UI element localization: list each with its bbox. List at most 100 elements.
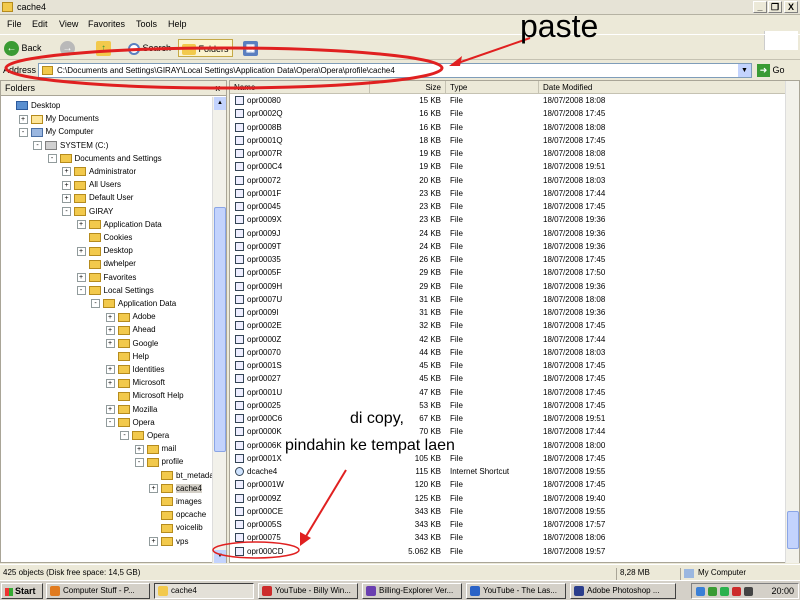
tree-node[interactable]: + Favorites	[76, 271, 136, 284]
expand-icon[interactable]: +	[76, 272, 86, 282]
address-input[interactable]: C:\Documents and Settings\GIRAY\Local Se…	[38, 63, 752, 78]
file-row[interactable]: opr000CD 5.062 KB File 18/07/2008 19:57	[230, 545, 786, 558]
start-button[interactable]: Start	[1, 583, 43, 599]
menu-file[interactable]: File	[7, 19, 22, 29]
tree-node[interactable]: bt_metadata	[149, 469, 213, 482]
taskbar-button[interactable]: Computer Stuff - P...	[46, 583, 150, 599]
file-row[interactable]: opr0009T 24 KB File 18/07/2008 19:36	[230, 240, 786, 253]
up-button[interactable]: ↑	[96, 39, 111, 57]
tree-node[interactable]: + Microsoft	[105, 376, 165, 389]
file-row[interactable]: opr000CE 343 KB File 18/07/2008 19:55	[230, 505, 786, 518]
file-row[interactable]: opr0001U 47 KB File 18/07/2008 17:45	[230, 386, 786, 399]
tree-node[interactable]: - SYSTEM (C:)	[33, 139, 108, 152]
tree-node[interactable]: + Desktop	[76, 244, 133, 257]
tree-node[interactable]: voicelib	[149, 521, 203, 534]
collapse-icon[interactable]: -	[105, 418, 115, 428]
menu-view[interactable]: View	[59, 19, 78, 29]
file-row[interactable]: opr0005F 29 KB File 18/07/2008 17:50	[230, 266, 786, 279]
forward-button[interactable]: →	[60, 39, 75, 57]
file-row[interactable]: opr00072 20 KB File 18/07/2008 18:03	[230, 174, 786, 187]
menu-favorites[interactable]: Favorites	[88, 19, 125, 29]
menu-help[interactable]: Help	[168, 19, 187, 29]
tree-node[interactable]: Help	[106, 350, 149, 363]
back-button[interactable]: ← Back	[4, 39, 42, 57]
column-name[interactable]: Name	[230, 81, 370, 94]
column-date-modified[interactable]: Date Modified	[539, 81, 786, 94]
tree-node[interactable]: + Application Data	[76, 218, 162, 231]
tree-node[interactable]: + Administrator	[62, 165, 136, 178]
collapse-icon[interactable]: -	[76, 286, 86, 296]
menu-tools[interactable]: Tools	[136, 19, 157, 29]
file-row[interactable]: opr000C4 19 KB File 18/07/2008 19:51	[230, 160, 786, 173]
close-icon[interactable]: x	[216, 83, 221, 93]
file-row[interactable]: opr0001S 45 KB File 18/07/2008 17:45	[230, 359, 786, 372]
column-type[interactable]: Type	[446, 81, 539, 94]
file-row[interactable]: opr0005S 343 KB File 18/07/2008 17:57	[230, 518, 786, 531]
close-button[interactable]: X	[784, 1, 798, 13]
tray-network-icon[interactable]	[696, 587, 705, 596]
tree-node[interactable]: + Google	[105, 337, 158, 350]
tree-node[interactable]: + Ahead	[105, 323, 156, 336]
collapse-icon[interactable]: -	[91, 299, 100, 309]
file-row[interactable]: opr00027 45 KB File 18/07/2008 17:45	[230, 372, 786, 385]
expand-icon[interactable]: +	[105, 404, 115, 414]
folders-button[interactable]: Folders	[178, 39, 233, 57]
taskbar-button[interactable]: Billing-Explorer Ver...	[362, 583, 462, 599]
tree-node[interactable]: - Opera	[105, 416, 155, 429]
tree-node[interactable]: + All Users	[62, 178, 121, 191]
chevron-down-icon[interactable]: ▼	[738, 64, 751, 77]
tree-node[interactable]: Microsoft Help	[106, 389, 184, 402]
tree-node[interactable]: - GIRAY	[62, 205, 113, 218]
views-button[interactable]: ▦	[243, 39, 258, 57]
file-row[interactable]: opr0007U 31 KB File 18/07/2008 18:08	[230, 293, 786, 306]
tree-node[interactable]: - Opera	[120, 429, 169, 442]
expand-icon[interactable]: +	[105, 325, 115, 335]
tree-node[interactable]: - My Computer	[18, 125, 94, 138]
expand-icon[interactable]: +	[105, 365, 115, 375]
collapse-icon[interactable]: -	[62, 206, 71, 216]
tree-node[interactable]: + vps	[149, 535, 188, 548]
file-row[interactable]: opr0000Z 42 KB File 18/07/2008 17:44	[230, 333, 786, 346]
collapse-icon[interactable]: -	[47, 154, 57, 164]
file-row[interactable]: opr0001Q 18 KB File 18/07/2008 17:45	[230, 134, 786, 147]
expand-icon[interactable]: +	[62, 167, 71, 177]
file-row[interactable]: opr00045 23 KB File 18/07/2008 17:45	[230, 200, 786, 213]
tree-node[interactable]: + cache4	[149, 482, 202, 495]
tree-node[interactable]: Cookies	[77, 231, 132, 244]
expand-icon[interactable]: +	[105, 312, 115, 322]
collapse-icon[interactable]: -	[120, 431, 129, 441]
file-row[interactable]: opr0009J 24 KB File 18/07/2008 19:36	[230, 227, 786, 240]
expand-icon[interactable]: +	[105, 338, 115, 348]
expand-icon[interactable]: +	[62, 180, 71, 190]
expand-icon[interactable]: +	[149, 484, 158, 494]
expand-icon[interactable]: +	[105, 378, 115, 388]
file-list-scrollbar[interactable]	[785, 81, 799, 563]
taskbar-button[interactable]: YouTube - The Las...	[466, 583, 566, 599]
tree-node[interactable]: dwhelper	[77, 257, 136, 270]
collapse-icon[interactable]: -	[33, 140, 42, 150]
search-button[interactable]: Search	[128, 39, 171, 57]
file-row[interactable]: opr0002E 32 KB File 18/07/2008 17:45	[230, 319, 786, 332]
file-row[interactable]: opr0009I 31 KB File 18/07/2008 19:36	[230, 306, 786, 319]
expand-icon[interactable]: +	[149, 536, 158, 546]
file-row[interactable]: opr00075 343 KB File 18/07/2008 18:06	[230, 531, 786, 544]
tree-node[interactable]: + Mozilla	[105, 403, 157, 416]
scroll-up-icon[interactable]: ▲	[214, 97, 226, 110]
file-row[interactable]: opr0007R 19 KB File 18/07/2008 18:08	[230, 147, 786, 160]
file-row[interactable]: opr0009Z 125 KB File 18/07/2008 19:40	[230, 492, 786, 505]
go-button[interactable]: ➜ Go	[757, 63, 785, 78]
file-row[interactable]: opr0008B 16 KB File 18/07/2008 18:08	[230, 121, 786, 134]
tree-scrollbar[interactable]: ▲ ▼	[212, 97, 226, 563]
tree-node[interactable]: + My Documents	[18, 112, 99, 125]
scroll-down-icon[interactable]: ▼	[214, 550, 226, 563]
tree-node[interactable]: - Local Settings	[76, 284, 154, 297]
tray-shield-icon[interactable]	[720, 587, 729, 596]
expand-icon[interactable]: +	[134, 444, 144, 454]
minimize-button[interactable]: _	[753, 1, 767, 13]
tray-k-icon[interactable]	[732, 587, 741, 596]
file-row[interactable]: dcache4 115 KB Internet Shortcut 18/07/2008…	[230, 465, 786, 478]
tree-node[interactable]: + Default User	[62, 191, 133, 204]
file-row[interactable]: opr0001W 120 KB File 18/07/2008 17:45	[230, 478, 786, 491]
tray-sync-icon[interactable]	[708, 587, 717, 596]
tray-speaker-icon[interactable]	[744, 587, 753, 596]
